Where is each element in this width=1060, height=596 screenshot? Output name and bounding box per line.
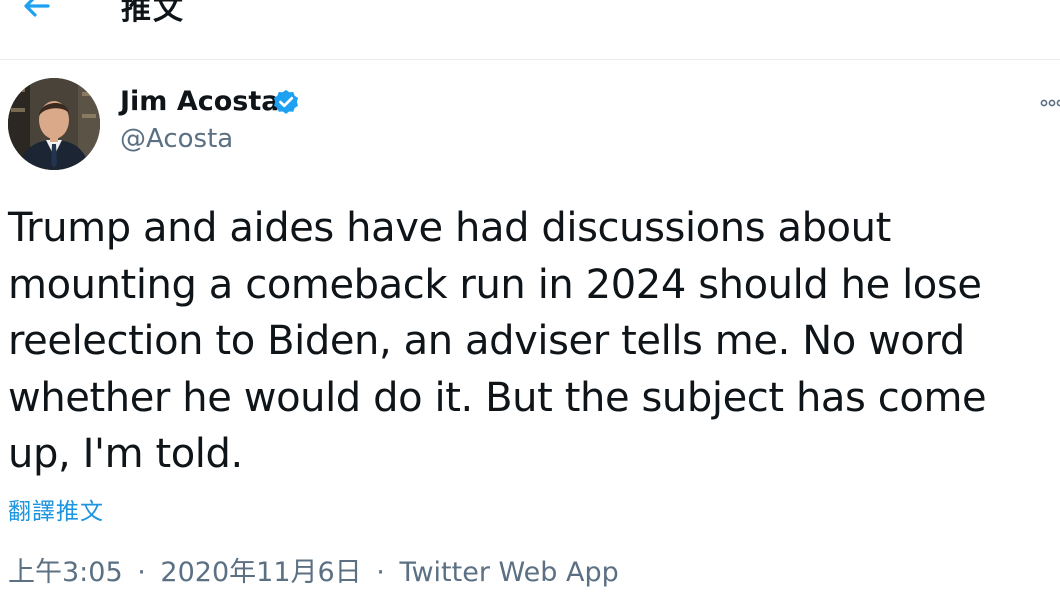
tweet-text-line: whether he would do it. But the subject … [8, 374, 987, 421]
page-title: 推文 [121, 0, 185, 27]
author-handle[interactable]: @Acosta [120, 124, 233, 154]
tweet-detail-page: 推文 Jim Acosta @Acosta Trump and aides ha… [0, 0, 1060, 596]
translate-tweet-link[interactable]: 翻譯推文 [8, 492, 104, 526]
tweet-source-app[interactable]: Twitter Web App [399, 557, 618, 588]
tweet-metadata: 上午3:05 · 2020年11月6日 · Twitter Web App [8, 550, 619, 589]
avatar-image [8, 78, 100, 170]
meta-separator: · [376, 557, 385, 588]
tweet-text-line: reelection to Biden, an adviser tells me… [8, 318, 965, 364]
tweet-date[interactable]: 2020年11月6日 [160, 557, 361, 588]
avatar[interactable] [8, 78, 100, 170]
verified-badge-icon [274, 89, 298, 114]
tweet-text-line: mounting a comeback run in 2024 should h… [8, 261, 982, 308]
tweet-text-line: up, I'm told. [8, 431, 243, 477]
tweet-time[interactable]: 上午3:05 [8, 557, 123, 588]
page-header: 推文 [0, 0, 1060, 60]
author-name[interactable]: Jim Acosta [120, 86, 279, 117]
meta-separator: · [137, 557, 146, 588]
more-options-icon[interactable] [1040, 96, 1060, 110]
back-button[interactable] [18, 0, 58, 26]
tweet-text-line: Trump and aides have had discussions abo… [8, 205, 891, 251]
back-arrow-icon [24, 0, 50, 17]
tweet-text: Trump and aides have had discussions abo… [8, 200, 1048, 483]
